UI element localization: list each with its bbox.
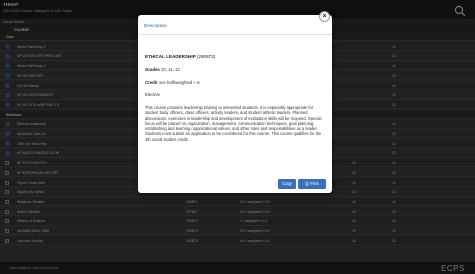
course-type: Elective (145, 92, 161, 97)
credit-line: Credit one half/weighted +.5 (145, 80, 200, 85)
modal-header: Description (138, 15, 332, 35)
grades-value: 10, 11, 12 (161, 67, 180, 72)
course-title: ETHICAL LEADERSHIP (290872) (145, 54, 215, 59)
grades-line: Grades 10, 11, 12 (145, 67, 180, 72)
print-button-label: Print (309, 181, 319, 186)
credit-label: Credit (145, 80, 158, 85)
credit-value: one half/weighted +.5 (158, 80, 200, 85)
tab-description[interactable]: Description (144, 23, 167, 28)
course-code: (290872) (196, 54, 216, 59)
print-button[interactable]: ⎙ Print (298, 179, 326, 189)
copy-button[interactable]: Copy (278, 179, 296, 189)
close-icon[interactable]: × (319, 11, 330, 22)
course-description: This course provides leadership training… (145, 105, 322, 142)
modal-footer: Copy ⎙ Print (138, 177, 332, 193)
grades-label: Grades (145, 67, 160, 72)
print-icon: ⎙ (305, 181, 309, 186)
course-description-modal: Description × ETHICAL LEADERSHIP (290872… (138, 11, 332, 193)
course-title-text: ETHICAL LEADERSHIP (145, 54, 196, 59)
